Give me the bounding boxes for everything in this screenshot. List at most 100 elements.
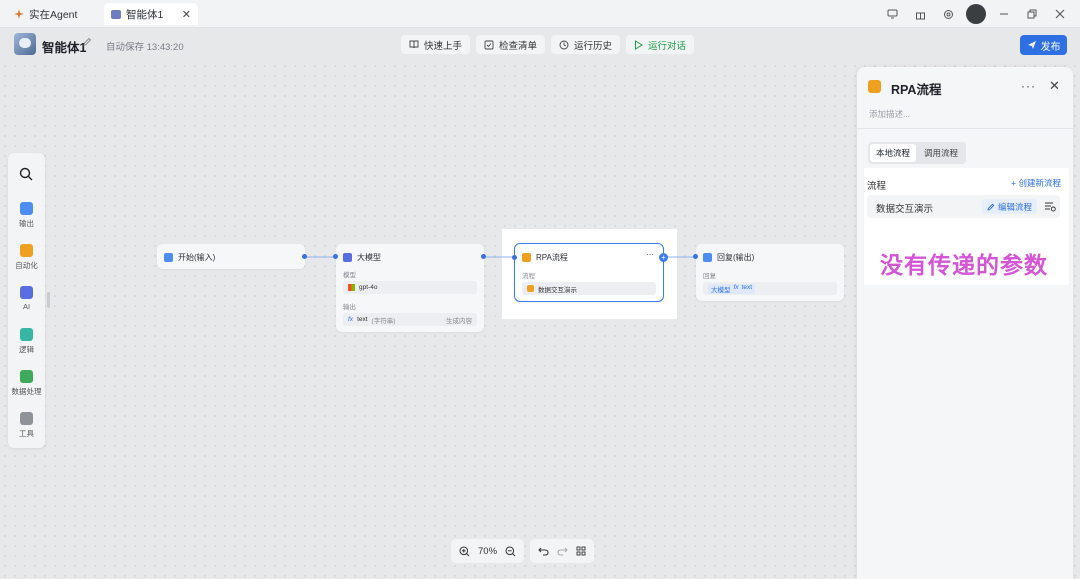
llm-output-type: (字符串) [371,317,396,325]
user-avatar[interactable] [966,4,986,24]
run-history-label: 运行历史 [574,40,613,52]
rpa-input-port[interactable] [512,255,517,260]
flow-source-tabs: 本地流程 调用流程 [868,142,967,164]
reply-content-field[interactable]: 大模型 fx text [703,282,837,295]
rail-item-logic[interactable]: 逻辑 [8,328,45,355]
node-palette-rail: 输出 自动化 AI 逻辑 数据处理 工具 [8,153,45,448]
edit-flow-button[interactable]: 编辑流程 [982,199,1038,214]
fx-icon: fx [348,316,354,323]
description-input[interactable]: 添加描述... [869,108,910,120]
close-panel-icon[interactable]: ✕ [1049,78,1060,94]
app-tab-label: 实在Agent [29,8,78,21]
rpa-flow-value: 数据交互演示 [538,286,577,294]
rail-resize-handle[interactable] [47,292,50,308]
close-window-icon[interactable] [1050,4,1070,24]
app-logo-icon [14,9,24,19]
run-history-button[interactable]: 运行历史 [551,35,621,54]
rpa-node-more-icon[interactable]: ··· [646,250,654,259]
flow-settings-icon[interactable] [1044,201,1056,212]
edit-flow-label: 编辑流程 [998,201,1033,212]
flow-section-label: 流程 [867,181,887,192]
rail-item-label: 自动化 [15,261,38,270]
document-tab[interactable]: 智能体1 ✕ [104,3,198,25]
reply-tag-source: 大模型 [711,286,731,294]
llm-input-port[interactable] [333,254,338,259]
ai-icon [20,286,33,299]
rpa-flow-field[interactable]: 数据交互演示 [522,282,656,295]
flow-section: 流程 + 创建新流程 数据交互演示 编辑流程 没有传递的参数 [864,168,1069,285]
openai-icon [348,284,355,291]
settings-icon[interactable] [938,4,958,24]
selected-flow-row[interactable]: 数据交互演示 编辑流程 [867,195,1060,218]
llm-model-field[interactable]: gpt-4o [343,281,477,294]
autosave-status: 自动保存 13:43:20 [106,42,184,53]
logic-icon [20,328,33,341]
history-icon [559,40,569,49]
undo-icon[interactable] [538,546,549,556]
app-tab[interactable]: 实在Agent [6,3,85,25]
edit-name-icon[interactable] [82,37,92,50]
llm-model-value: gpt-4o [359,284,378,291]
publish-button[interactable]: 发布 [1020,35,1067,55]
history-control [530,539,595,563]
node-start[interactable]: 开始(输入) [157,244,307,269]
selected-flow-name: 数据交互演示 [876,204,934,215]
checklist-icon [484,40,494,49]
rail-item-output[interactable]: 输出 [8,202,45,229]
tools-icon [20,412,33,425]
reply-tag-fx: fx [733,283,739,291]
send-icon [1027,41,1036,49]
rpa-icon [868,80,881,93]
agent-name: 智能体1 [42,41,87,55]
output-icon [20,202,33,215]
rail-item-label: 工具 [19,429,34,438]
node-rpa[interactable]: RPA流程 ··· 流程 数据交互演示 [512,243,664,302]
reply-variable-tag: 大模型 fx text [708,283,756,294]
rail-item-ai[interactable]: AI [8,286,45,311]
create-new-flow-link[interactable]: + 创建新流程 [1011,177,1061,189]
zoom-control: 70% [451,539,525,563]
rail-item-tools[interactable]: 工具 [8,412,45,439]
run-dialog-button[interactable]: 运行对话 [626,35,695,54]
tab-call-flow[interactable]: 调用流程 [918,144,964,162]
redo-icon[interactable] [557,546,568,556]
quick-start-label: 快速上手 [424,40,463,52]
reply-node-title: 回复(输出) [717,253,755,262]
zoom-in-icon[interactable] [459,546,470,557]
checklist-label: 检查清单 [499,40,538,52]
checklist-button[interactable]: 检查清单 [476,35,546,54]
close-tab-icon[interactable]: ✕ [182,8,191,21]
reply-node-icon [703,253,712,262]
reply-label: 回复 [703,273,716,280]
publish-label: 发布 [1040,41,1061,53]
rail-item-automation[interactable]: 自动化 [8,244,45,271]
agent-avatar[interactable] [14,33,36,55]
search-icon[interactable] [19,167,33,181]
tab-local-flow[interactable]: 本地流程 [870,144,917,162]
layout-grid-icon[interactable] [576,546,586,556]
node-llm[interactable]: 大模型 模型 gpt-4o 输出 fx text (字符串) 生成内容 [333,244,486,332]
quick-start-button[interactable]: 快速上手 [401,35,471,54]
minimize-icon[interactable] [994,4,1014,24]
rail-item-label: AI [22,302,31,311]
start-output-port[interactable] [302,254,307,259]
node-reply[interactable]: 回复(输出) 回复 大模型 fx text [693,244,844,301]
more-icon[interactable]: ··· [1021,79,1036,93]
restore-icon[interactable] [1022,4,1042,24]
zoom-level: 70% [478,545,498,557]
llm-output-field: fx text (字符串) 生成内容 [343,313,477,326]
play-icon [635,39,644,50]
monitor-icon[interactable] [882,4,902,24]
llm-output-var: text [357,316,368,323]
reply-input-port[interactable] [693,254,698,259]
data-processing-icon [20,370,33,383]
no-params-annotation: 没有传递的参数 [880,252,1048,278]
zoom-out-icon[interactable] [505,546,516,557]
gift-icon[interactable] [910,4,930,24]
rpa-node-icon [522,253,531,262]
llm-output-port[interactable] [481,254,486,259]
rpa-flow-icon [527,285,534,292]
add-node-plus-icon[interactable]: + [659,253,668,262]
rpa-flow-label: 流程 [522,273,535,280]
rail-item-data-processing[interactable]: 数据处理 [8,370,45,397]
